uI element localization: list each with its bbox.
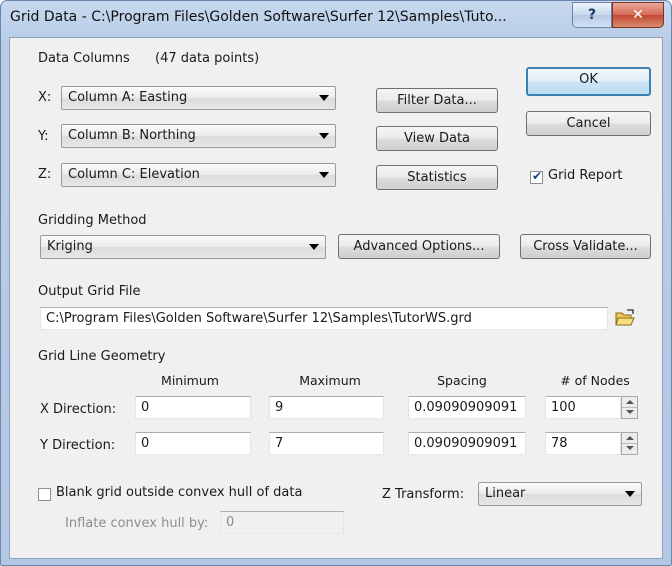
output-grid-file-field[interactable]: C:\Program Files\Golden Software\Surfer … [40, 307, 608, 330]
z-transform-label: Z Transform: [382, 487, 465, 502]
chevron-down-icon [319, 95, 329, 101]
advanced-options-button[interactable]: Advanced Options... [338, 234, 500, 259]
chevron-down-icon [625, 491, 635, 497]
gridding-method-select[interactable]: Kriging [40, 235, 326, 259]
y-nodes-value: 78 [551, 436, 568, 451]
spacing-column-header: Spacing [437, 373, 487, 388]
cancel-button[interactable]: Cancel [526, 111, 651, 136]
spin-down-icon[interactable] [626, 446, 634, 450]
gridding-method-value: Kriging [47, 239, 93, 254]
minimum-column-header: Minimum [161, 373, 219, 388]
window-title: Grid Data - C:\Program Files\Golden Soft… [10, 9, 507, 25]
open-folder-icon[interactable] [614, 308, 636, 328]
x-maximum-field[interactable]: 9 [269, 396, 384, 419]
x-nodes-field[interactable]: 100 [545, 396, 621, 419]
z-transform-select[interactable]: Linear [478, 482, 642, 506]
view-data-button[interactable]: View Data [376, 126, 498, 151]
data-columns-heading: Data Columns [38, 51, 130, 66]
x-nodes-value: 100 [551, 400, 576, 415]
z-transform-value: Linear [485, 486, 526, 501]
y-column-label: Y: [38, 129, 49, 144]
chevron-down-icon [319, 133, 329, 139]
statistics-button[interactable]: Statistics [376, 165, 498, 190]
title-bar[interactable]: Grid Data - C:\Program Files\Golden Soft… [1, 1, 671, 37]
spin-up-icon[interactable] [626, 436, 634, 440]
x-spacing-value: 0.09090909091 [414, 400, 518, 415]
x-minimum-value: 0 [141, 400, 150, 415]
maximum-column-header: Maximum [299, 373, 361, 388]
dialog-body: Data Columns (47 data points) X: Column … [9, 37, 663, 559]
chevron-down-icon [319, 172, 329, 178]
z-column-value: Column C: Elevation [68, 167, 200, 182]
help-button[interactable]: ? [572, 2, 612, 28]
y-spacing-value: 0.09090909091 [414, 436, 518, 451]
x-column-select[interactable]: Column A: Easting [61, 86, 336, 110]
y-column-select[interactable]: Column B: Northing [61, 124, 336, 148]
x-spacing-field[interactable]: 0.09090909091 [408, 396, 526, 419]
x-nodes-spinner[interactable] [621, 396, 638, 419]
output-grid-file-heading: Output Grid File [38, 284, 141, 299]
checkmark-icon: ✔ [532, 169, 543, 183]
grid-data-dialog: Grid Data - C:\Program Files\Golden Soft… [0, 0, 672, 566]
close-button[interactable]: ✕ [612, 2, 664, 28]
z-column-label: Z: [38, 167, 52, 182]
output-grid-file-path: C:\Program Files\Golden Software\Surfer … [46, 311, 472, 326]
x-minimum-field[interactable]: 0 [135, 396, 251, 419]
grid-report-checkbox[interactable]: ✔ [530, 169, 543, 184]
spin-up-icon[interactable] [626, 400, 634, 404]
z-column-select[interactable]: Column C: Elevation [61, 163, 336, 187]
ok-button[interactable]: OK [526, 67, 651, 96]
nodes-column-header: # of Nodes [560, 373, 630, 388]
y-maximum-value: 7 [275, 436, 284, 451]
grid-line-geometry-heading: Grid Line Geometry [38, 349, 166, 364]
y-column-value: Column B: Northing [68, 128, 196, 143]
x-direction-label: X Direction: [40, 402, 117, 417]
y-maximum-field[interactable]: 7 [269, 432, 384, 455]
grid-report-label: Grid Report [548, 168, 623, 183]
filter-data-button[interactable]: Filter Data... [376, 88, 498, 113]
x-maximum-value: 9 [275, 400, 284, 415]
x-column-label: X: [38, 90, 52, 105]
help-icon: ? [587, 7, 597, 23]
y-nodes-spinner[interactable] [621, 432, 638, 455]
inflate-hull-value: 0 [226, 515, 235, 530]
cross-validate-button[interactable]: Cross Validate... [520, 234, 651, 259]
y-direction-label: Y Direction: [40, 438, 116, 453]
x-column-value: Column A: Easting [68, 90, 188, 105]
y-spacing-field[interactable]: 0.09090909091 [408, 432, 526, 455]
close-icon: ✕ [632, 7, 644, 23]
y-nodes-field[interactable]: 78 [545, 432, 621, 455]
inflate-hull-field[interactable]: 0 [220, 511, 344, 534]
blank-grid-label: Blank grid outside convex hull of data [56, 485, 303, 500]
chevron-down-icon [309, 244, 319, 250]
blank-grid-checkbox[interactable] [38, 488, 51, 501]
y-minimum-field[interactable]: 0 [135, 432, 251, 455]
data-points-count: (47 data points) [155, 51, 260, 66]
inflate-hull-label: Inflate convex hull by: [65, 516, 209, 531]
spin-down-icon[interactable] [626, 410, 634, 414]
y-minimum-value: 0 [141, 436, 150, 451]
gridding-method-heading: Gridding Method [38, 213, 147, 228]
